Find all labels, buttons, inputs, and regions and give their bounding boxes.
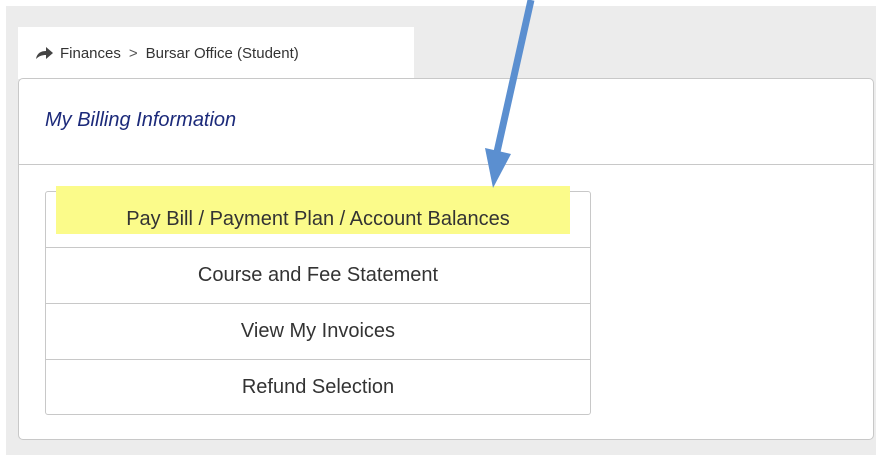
menu-item-label: View My Invoices [240, 320, 396, 342]
menu-item-label: Pay Bill / Payment Plan / Account Balanc… [126, 208, 510, 230]
menu-item-pay-bill[interactable]: Pay Bill / Payment Plan / Account Balanc… [46, 186, 590, 248]
billing-menu: Pay Bill / Payment Plan / Account Balanc… [45, 186, 591, 415]
panel-title: My Billing Information [19, 79, 873, 165]
breadcrumb-item-finances[interactable]: Finances [60, 45, 121, 62]
menu-item-label: Refund Selection [241, 375, 395, 398]
breadcrumb-separator: > [128, 44, 138, 62]
menu-item-course-fee-statement[interactable]: Course and Fee Statement [46, 248, 590, 304]
breadcrumb-item-bursar-office[interactable]: Bursar Office (Student) [146, 45, 299, 62]
menu-item-refund-selection[interactable]: Refund Selection [46, 360, 590, 414]
menu-item-label: Course and Fee Statement [197, 264, 439, 286]
share-arrow-icon [34, 45, 54, 61]
billing-panel: My Billing Information Pay Bill / Paymen… [18, 78, 874, 440]
breadcrumb: Finances > Bursar Office (Student) [18, 27, 414, 79]
menu-item-view-invoices[interactable]: View My Invoices [46, 304, 590, 360]
